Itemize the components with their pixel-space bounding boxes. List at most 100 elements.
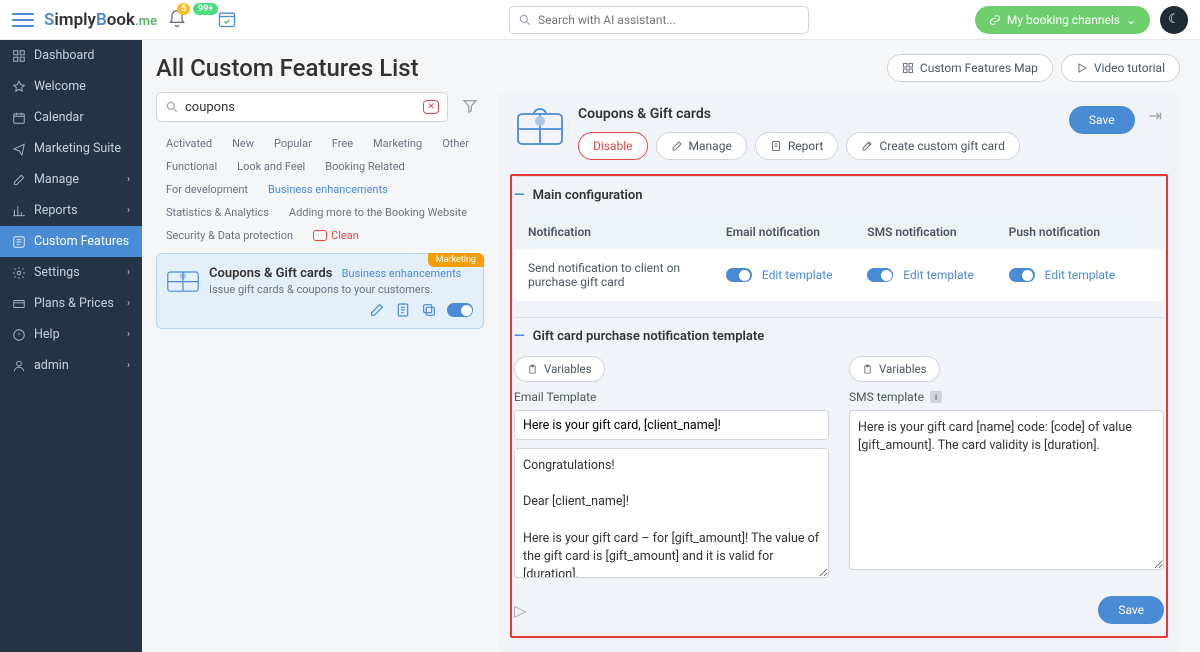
theme-toggle[interactable]: ☾ (1160, 6, 1188, 34)
sms-toggle[interactable] (867, 268, 893, 282)
gift-card-icon (516, 106, 564, 148)
booking-channels-button[interactable]: My booking channels ⌄ (975, 6, 1150, 34)
col-push: Push notification (1009, 225, 1150, 239)
email-body-textarea[interactable] (514, 448, 829, 578)
save-button-bottom[interactable]: Save (1098, 596, 1164, 624)
sidebar-item-help[interactable]: Help› (0, 319, 142, 350)
category-booking-related[interactable]: Booking Related (315, 155, 415, 178)
chevron-right-icon: › (127, 267, 130, 278)
nav-icon (12, 80, 26, 94)
notifications-icon[interactable]: 5 99+ (167, 9, 189, 31)
category-marketing[interactable]: Marketing (363, 132, 432, 155)
disable-button[interactable]: Disable (578, 132, 648, 160)
sidebar: Dashboard Welcome Calendar Marketing SuiteM… (0, 40, 142, 652)
global-search-input[interactable] (538, 13, 800, 27)
edit-sms-template[interactable]: Edit template (903, 268, 974, 282)
document-icon[interactable] (395, 302, 411, 318)
nav-icon (12, 359, 26, 373)
category-free[interactable]: Free (322, 132, 363, 155)
sidebar-item-welcome[interactable]: Welcome (0, 71, 142, 102)
clear-search-icon[interactable]: ✕ (423, 100, 439, 114)
play-icon (1076, 62, 1088, 74)
sms-body-textarea[interactable] (849, 410, 1164, 570)
play-icon[interactable]: ▷ (514, 601, 526, 620)
category-security-data-protection[interactable]: Security & Data protection (156, 224, 303, 247)
category-statistics-analytics[interactable]: Statistics & Analytics (156, 201, 279, 224)
logo[interactable]: SimplyBook.me (44, 10, 157, 30)
sms-template-label: SMS template (849, 390, 924, 404)
push-toggle[interactable] (1009, 268, 1035, 282)
section-template[interactable]: — Gift card purchase notification templa… (514, 328, 1164, 344)
sidebar-item-marketing-suite[interactable]: Marketing Suite (0, 133, 142, 164)
edit-email-template[interactable]: Edit template (762, 268, 833, 282)
nav-icon (12, 204, 26, 218)
notification-table: Notification Email notification SMS noti… (514, 215, 1164, 301)
custom-features-map-button[interactable]: Custom Features Map (887, 54, 1053, 82)
sidebar-item-settings[interactable]: Settings› (0, 257, 142, 288)
chevron-right-icon: › (127, 174, 130, 185)
clipboard-icon (862, 364, 873, 375)
nav-icon (12, 49, 26, 63)
collapse-panel-icon[interactable]: ⇥ (1149, 106, 1162, 125)
clear-filters[interactable]: Clean (303, 224, 369, 247)
col-email: Email notification (726, 225, 867, 239)
global-search[interactable] (509, 6, 809, 34)
category-functional[interactable]: Functional (156, 155, 227, 178)
badge-alerts: 5 (177, 3, 190, 15)
nav-icon (12, 142, 26, 156)
page-title: All Custom Features List (156, 54, 419, 82)
sidebar-item-label: admin (34, 358, 69, 373)
row-label: Send notification to client on purchase … (528, 261, 726, 289)
sidebar-item-plans-prices[interactable]: Plans & Prices› (0, 288, 142, 319)
category-other[interactable]: Other (432, 132, 479, 155)
variables-button-sms[interactable]: Variables (849, 356, 940, 382)
badge-messages: 99+ (193, 3, 218, 15)
sidebar-item-label: Reports (34, 203, 78, 218)
sidebar-item-label: Calendar (34, 110, 84, 125)
category-activated[interactable]: Activated (156, 132, 222, 155)
col-notification: Notification (528, 225, 726, 239)
grid-icon (902, 62, 914, 74)
menu-toggle[interactable] (12, 9, 34, 31)
feature-search[interactable]: ✕ (156, 92, 448, 122)
filter-icon[interactable] (456, 92, 484, 120)
sidebar-item-reports[interactable]: Reports› (0, 195, 142, 226)
manage-button[interactable]: Manage (656, 132, 747, 160)
clipboard-icon (527, 364, 538, 375)
feature-search-input[interactable] (185, 100, 417, 115)
calendar-check-icon[interactable] (217, 9, 239, 31)
panel-title: Coupons & Gift cards (578, 106, 1055, 122)
category-business-enhancements[interactable]: Business enhancements (258, 178, 398, 201)
category-look-and-feel[interactable]: Look and Feel (227, 155, 315, 178)
sidebar-item-label: Custom Features (34, 234, 129, 249)
sidebar-item-calendar[interactable]: Calendar (0, 102, 142, 133)
feature-category: Business enhancements (342, 267, 462, 280)
edit-push-template[interactable]: Edit template (1045, 268, 1116, 282)
section-main-config[interactable]: — Main configuration (514, 187, 1164, 203)
chevron-right-icon: › (127, 360, 130, 371)
copy-icon[interactable] (421, 302, 437, 318)
category-for-development[interactable]: For development (156, 178, 258, 201)
email-toggle[interactable] (726, 268, 752, 282)
chevron-right-icon: › (127, 329, 130, 340)
feature-card-coupons[interactable]: Marketing Coupons & Gift cards Business … (156, 253, 484, 329)
category-adding-more-to-the-booking-website[interactable]: Adding more to the Booking Website (279, 201, 477, 224)
sidebar-item-admin[interactable]: admin › (0, 350, 142, 381)
info-icon[interactable]: i (930, 391, 942, 403)
document-icon (770, 140, 782, 152)
sidebar-item-custom-features[interactable]: Custom Features (0, 226, 142, 257)
edit-icon[interactable] (369, 302, 385, 318)
chevron-down-icon: ⌄ (1126, 13, 1136, 27)
sidebar-item-label: Welcome (34, 79, 86, 94)
create-gift-card-button[interactable]: Create custom gift card (846, 132, 1019, 160)
report-button[interactable]: Report (755, 132, 839, 160)
category-popular[interactable]: Popular (264, 132, 322, 155)
variables-button-email[interactable]: Variables (514, 356, 605, 382)
sidebar-item-manage[interactable]: Manage› (0, 164, 142, 195)
feature-enable-toggle[interactable] (447, 303, 473, 317)
category-new[interactable]: New (222, 132, 264, 155)
sidebar-item-dashboard[interactable]: Dashboard (0, 40, 142, 71)
video-tutorial-button[interactable]: Video tutorial (1061, 54, 1180, 82)
email-subject-input[interactable] (514, 410, 829, 440)
save-button[interactable]: Save (1069, 106, 1135, 134)
